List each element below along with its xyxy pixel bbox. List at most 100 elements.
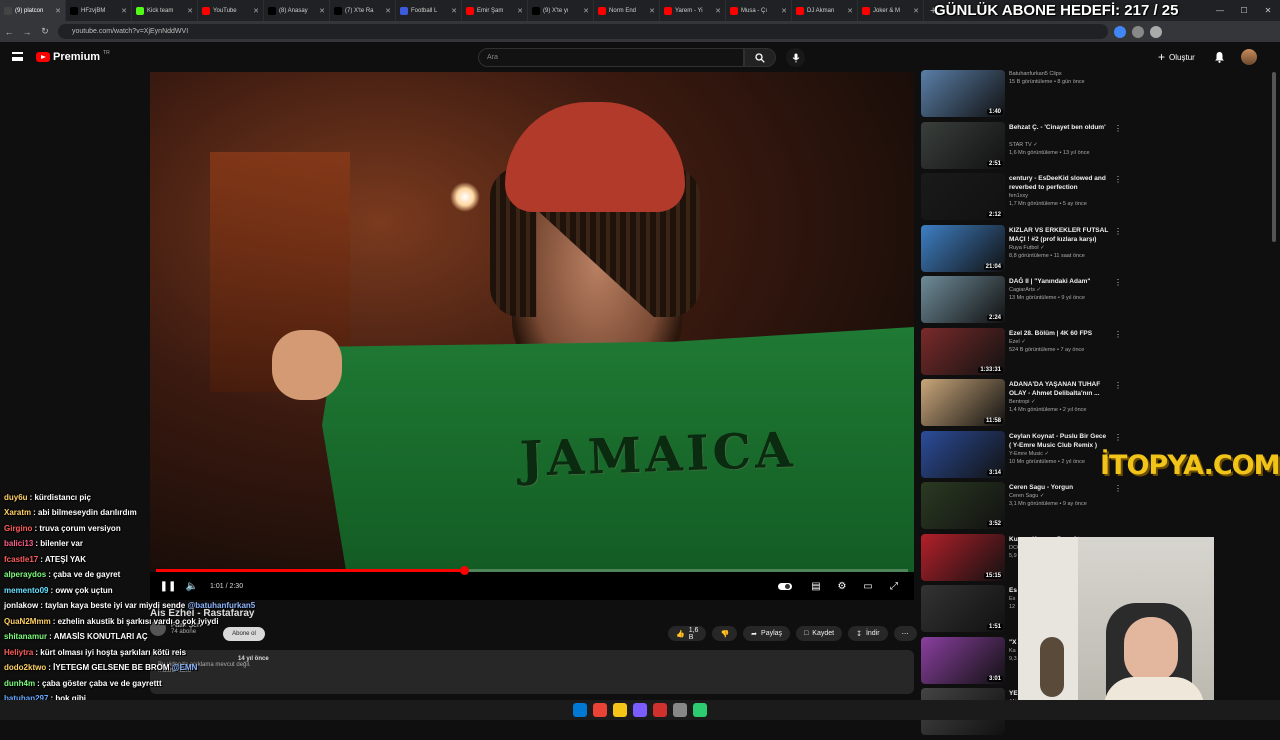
channel-name[interactable]: Batuhanfurkan5 Clips <box>1009 71 1062 77</box>
reload-icon[interactable]: ↻ <box>36 26 54 37</box>
video-thumbnail[interactable]: 1:33:31 <box>921 327 1005 375</box>
tab-close-icon[interactable]: ✕ <box>253 7 259 15</box>
video-thumbnail[interactable]: 21:04 <box>921 224 1005 272</box>
video-thumbnail[interactable]: 2:24 <box>921 276 1005 323</box>
video-thumbnail[interactable]: 2:51 <box>921 121 1005 169</box>
channel-name[interactable]: Es <box>1009 596 1015 602</box>
browser-tab[interactable]: Yarem - Yi ✕ <box>660 0 726 21</box>
browser-tab[interactable]: Football L ✕ <box>396 0 462 21</box>
browser-tab[interactable]: (7) X'te Ra ✕ <box>330 0 396 21</box>
channel-name[interactable]: Ka <box>1009 648 1016 654</box>
channel-name[interactable]: Ruya Futbol ✓ <box>1009 245 1045 251</box>
video-thumbnail[interactable]: 1:51 <box>921 585 1005 632</box>
tab-close-icon[interactable]: ✕ <box>517 7 523 15</box>
notifications-button[interactable] <box>1214 50 1225 68</box>
video-title[interactable]: ADANA'DA YAŞANAN TUHAF OLAY - Ahmet Deli… <box>1009 380 1109 398</box>
tab-close-icon[interactable]: ✕ <box>319 7 325 15</box>
taskbar-app-icon[interactable] <box>693 703 707 717</box>
more-options-icon[interactable]: ⋮ <box>1114 124 1122 133</box>
more-options-icon[interactable]: ⋮ <box>1114 484 1122 493</box>
tab-close-icon[interactable]: ✕ <box>649 7 655 15</box>
extension-icon[interactable] <box>1132 25 1144 38</box>
channel-name[interactable]: CagiarArts ✓ <box>1009 287 1041 293</box>
maximize-icon[interactable]: ☐ <box>1232 6 1256 15</box>
address-bar[interactable]: youtube.com/watch?v=XjEynNddWVI <box>58 24 1108 39</box>
taskbar-app-icon[interactable] <box>593 703 607 717</box>
chat-username[interactable]: fcastle17 <box>4 555 38 564</box>
chat-username[interactable]: QuaN2Mmm <box>4 617 51 626</box>
tab-close-icon[interactable]: ✕ <box>847 7 853 15</box>
video-title[interactable]: KIZLAR VS ERKEKLER FUTSAL MAÇI ! #2 (pro… <box>1009 226 1109 244</box>
browser-tab[interactable]: (8) Anasay ✕ <box>264 0 330 21</box>
more-options-icon[interactable]: ⋮ <box>1114 175 1122 184</box>
fullscreen-icon[interactable]: ⤢ <box>882 581 906 592</box>
youtube-logo[interactable]: Premium TR <box>36 50 110 63</box>
tab-close-icon[interactable]: ✕ <box>451 7 457 15</box>
chat-username[interactable]: dodo2ktwo <box>4 663 46 672</box>
chat-username[interactable]: jonlakow <box>4 601 38 610</box>
chat-username[interactable]: Girgino <box>4 524 32 533</box>
forward-icon[interactable]: → <box>18 27 36 37</box>
chat-username[interactable]: dunh4m <box>4 679 35 688</box>
video-thumbnail[interactable]: 15:15 <box>921 533 1005 581</box>
recommended-video[interactable]: 1:40 Batuhanfurkan5 Clips 15 B görüntüleme… <box>921 70 1131 122</box>
tab-close-icon[interactable]: ✕ <box>187 7 193 15</box>
close-window-icon[interactable]: ✕ <box>1256 6 1280 15</box>
tab-close-icon[interactable]: ✕ <box>715 7 721 15</box>
video-title[interactable]: DAĞ II | "Yanındaki Adam" <box>1009 277 1109 286</box>
more-options-icon[interactable]: ⋮ <box>1114 227 1122 236</box>
voice-search-button[interactable] <box>786 48 805 67</box>
tab-close-icon[interactable]: ✕ <box>913 7 919 15</box>
tab-close-icon[interactable]: ✕ <box>121 7 127 15</box>
chat-username[interactable]: Heliytra <box>4 648 33 657</box>
like-button[interactable]: 👍 1,6 B <box>668 626 707 641</box>
account-avatar[interactable] <box>1241 49 1257 65</box>
browser-tab[interactable]: Kick team ✕ <box>132 0 198 21</box>
download-button[interactable]: ↧ İndir <box>848 626 888 641</box>
channel-name[interactable]: Ezel ✓ <box>1009 339 1026 345</box>
create-button[interactable]: + Oluştur <box>1158 50 1195 64</box>
more-options-icon[interactable]: ⋮ <box>1114 381 1122 390</box>
browser-tab[interactable]: HFzvjBM ✕ <box>66 0 132 21</box>
recommended-video[interactable]: 1:33:31 Ezel 28. Bölüm | 4K 60 FPS Ezel ✓ 5… <box>921 327 1131 380</box>
hamburger-menu-icon[interactable] <box>12 52 23 61</box>
recommended-video[interactable]: 3:52 Ceren Sagu - Yorgun Ceren Sagu ✓ 3,1 M… <box>921 482 1131 534</box>
taskbar-app-icon[interactable] <box>613 703 627 717</box>
browser-tab[interactable]: DJ Akman ✕ <box>792 0 858 21</box>
video-thumbnail[interactable]: 11:58 <box>921 379 1005 426</box>
browser-tab[interactable]: YouTube ✕ <box>198 0 264 21</box>
taskbar-app-icon[interactable] <box>633 703 647 717</box>
video-title[interactable]: Ezel 28. Bölüm | 4K 60 FPS <box>1009 329 1109 338</box>
chat-username[interactable]: alperaydos <box>4 570 46 579</box>
search-button[interactable] <box>744 48 776 67</box>
search-input[interactable]: Ara <box>478 48 744 67</box>
page-scrollbar[interactable] <box>1272 72 1276 242</box>
recommended-video[interactable]: 21:04 KIZLAR VS ERKEKLER FUTSAL MAÇI ! #2… <box>921 224 1131 277</box>
save-button[interactable]: □ Kaydet <box>796 626 843 641</box>
recommended-video[interactable]: 2:51 Behzat Ç. - 'Cinayet ben oldum' STAR … <box>921 121 1131 174</box>
channel-name[interactable]: STAR TV ✓ <box>1009 142 1038 148</box>
channel-name[interactable]: Ceren Sagu ✓ <box>1009 493 1045 499</box>
minimize-icon[interactable]: — <box>1208 6 1232 15</box>
video-title[interactable]: century - EsDeeKid slowed and reverbed t… <box>1009 174 1109 192</box>
settings-gear-icon[interactable]: ⚙ <box>830 581 854 592</box>
video-thumbnail[interactable]: 3:01 <box>921 636 1005 684</box>
chat-username[interactable]: balici13 <box>4 539 33 548</box>
channel-name[interactable]: fen1xxy <box>1009 193 1028 199</box>
share-button[interactable]: ➦ Paylaş <box>743 626 791 641</box>
back-icon[interactable]: ← <box>0 27 18 37</box>
more-actions-button[interactable]: ⋯ <box>893 626 917 641</box>
taskbar-app-icon[interactable] <box>653 703 667 717</box>
video-thumbnail[interactable]: 3:14 <box>921 430 1005 478</box>
video-title[interactable]: Ceren Sagu - Yorgun <box>1009 483 1109 492</box>
subtitles-icon[interactable]: ▤ <box>804 581 828 592</box>
chat-username[interactable]: Xaratm <box>4 508 31 517</box>
taskbar-app-icon[interactable] <box>673 703 687 717</box>
video-thumbnail[interactable]: 2:12 <box>921 173 1005 220</box>
more-options-icon[interactable]: ⋮ <box>1114 278 1122 287</box>
profile-icon[interactable] <box>1150 25 1162 38</box>
taskbar-app-icon[interactable] <box>573 703 587 717</box>
browser-tab[interactable]: Musa - Çı ✕ <box>726 0 792 21</box>
browser-tab[interactable]: (9) X'te yı ✕ <box>528 0 594 21</box>
autoplay-toggle[interactable] <box>778 581 802 592</box>
